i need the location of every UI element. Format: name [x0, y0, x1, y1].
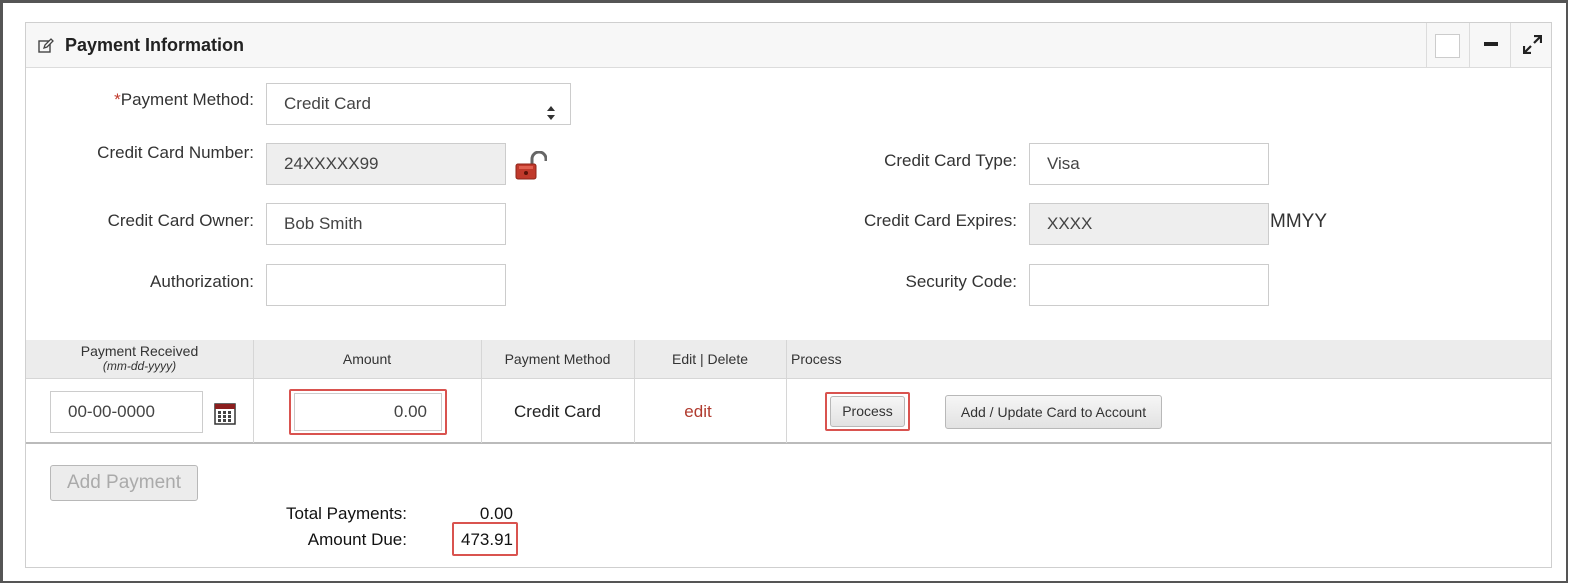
header-amount: Amount	[342, 351, 392, 367]
cc-number-field[interactable]: 24XXXXX99	[266, 143, 506, 185]
row-payment-method: Credit Card	[514, 402, 601, 421]
cc-type-field[interactable]: Visa	[1029, 143, 1269, 185]
expand-button[interactable]	[1510, 23, 1552, 67]
select-arrows-icon	[546, 96, 556, 136]
add-payment-button[interactable]: Add Payment	[50, 465, 198, 501]
authorization-field[interactable]	[266, 264, 506, 306]
panel-header: Payment Information	[26, 23, 1551, 68]
cc-owner-label: Credit Card Owner:	[107, 211, 254, 230]
header-edit-delete: Edit | Delete	[671, 351, 748, 367]
payment-method-select[interactable]: Credit Card	[266, 83, 571, 125]
payments-table-header: Payment Received (mm-dd-yyyy) Amount Pay…	[26, 340, 1551, 378]
total-payments-value: 0.00	[479, 504, 513, 523]
edit-link[interactable]: edit	[634, 402, 762, 422]
divider	[253, 379, 254, 443]
cc-owner-field[interactable]: Bob Smith	[266, 203, 506, 245]
unlock-icon[interactable]	[515, 150, 548, 186]
checkbox-button[interactable]	[1426, 23, 1468, 67]
divider	[786, 379, 787, 443]
authorization-label: Authorization:	[150, 272, 254, 291]
square-icon	[1435, 34, 1460, 58]
cc-expires-format: MMYY	[1270, 211, 1327, 232]
header-process: Process	[791, 351, 842, 367]
amount-due-label: Amount Due:	[307, 530, 407, 549]
payment-method-label: *Payment Method:	[114, 90, 254, 109]
divider	[481, 340, 482, 378]
highlight-process	[825, 392, 910, 431]
calendar-icon[interactable]	[214, 403, 236, 430]
minimize-button[interactable]	[1469, 23, 1511, 67]
highlight-amount	[289, 389, 447, 435]
add-update-card-button[interactable]: Add / Update Card to Account	[945, 395, 1162, 429]
cc-expires-field[interactable]: XXXX	[1029, 203, 1269, 245]
security-code-label: Security Code:	[905, 272, 1018, 291]
cc-type-label: Credit Card Type:	[884, 151, 1017, 170]
payment-method-value: Credit Card	[284, 94, 371, 113]
divider	[634, 340, 635, 378]
cc-number-label: Credit Card Number:	[97, 143, 254, 162]
header-payment-received: Payment Received (mm-dd-yyyy)	[80, 343, 199, 374]
divider	[253, 340, 254, 378]
expand-icon	[1522, 34, 1543, 59]
cc-expires-label: Credit Card Expires:	[863, 211, 1017, 230]
highlight-amount-due	[452, 522, 518, 556]
security-code-field[interactable]	[1029, 264, 1269, 306]
panel-title: Payment Information	[65, 35, 245, 55]
minus-icon	[1484, 42, 1498, 46]
header-payment-method: Payment Method	[504, 351, 611, 367]
edit-icon	[38, 38, 54, 59]
total-payments-label: Total Payments:	[286, 504, 407, 523]
payment-information-panel: Payment Information	[25, 22, 1552, 568]
table-row	[26, 378, 1551, 444]
divider	[786, 340, 787, 378]
payment-date-input[interactable]: 00-00-0000	[50, 391, 203, 433]
